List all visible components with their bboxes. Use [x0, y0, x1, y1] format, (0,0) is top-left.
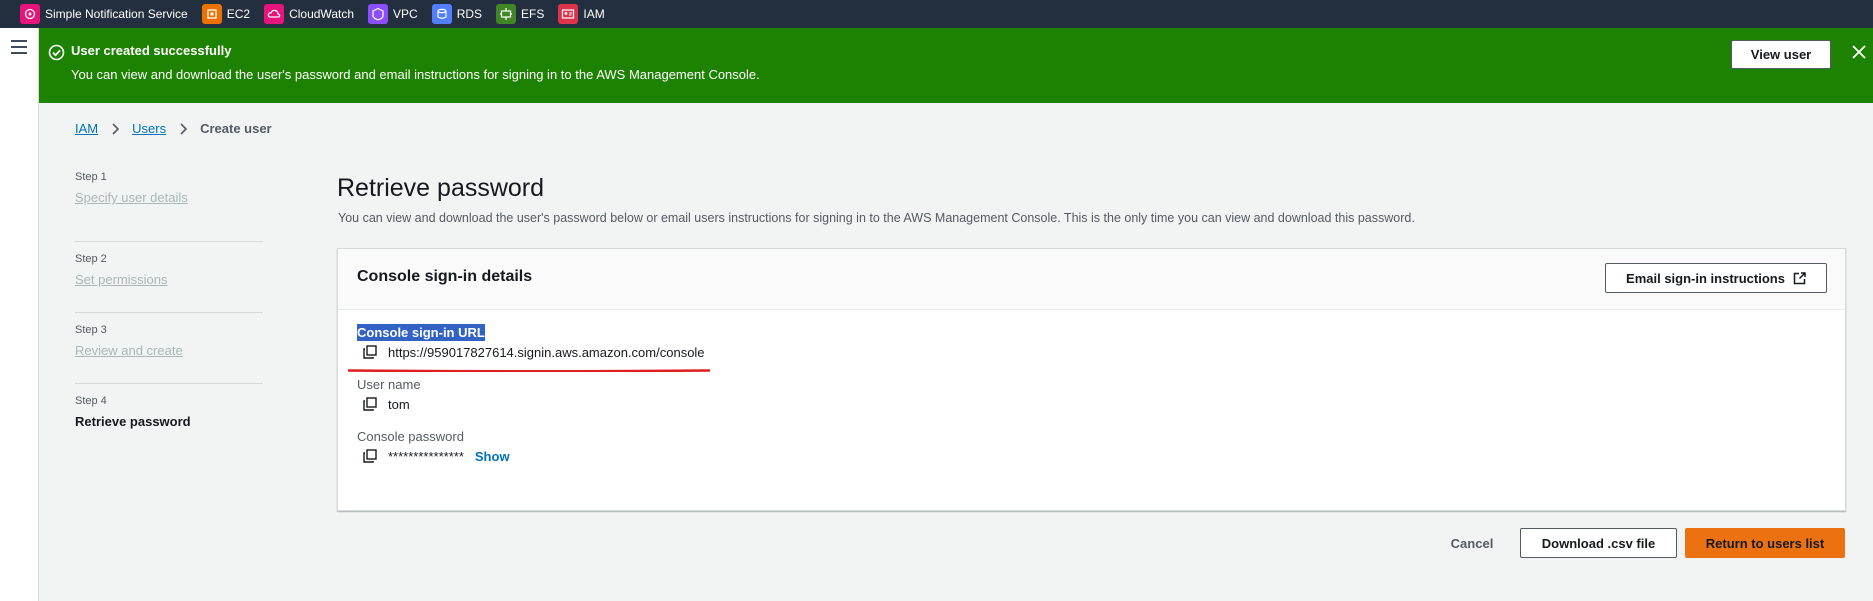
- step-number: Step 2: [75, 253, 107, 265]
- wizard-steps: Step 1 Specify user details Step 2 Set p…: [75, 171, 263, 455]
- step-link-set-permissions[interactable]: Set permissions: [75, 272, 263, 287]
- service-cloudwatch[interactable]: CloudWatch: [264, 4, 354, 24]
- console-sign-in-url-row: https://959017827614.signin.aws.amazon.c…: [357, 344, 705, 360]
- step-link-specify-user-details[interactable]: Specify user details: [75, 190, 263, 205]
- service-efs[interactable]: EFS: [496, 4, 544, 24]
- chevron-right-icon: [180, 122, 188, 135]
- menu-icon[interactable]: [11, 40, 27, 54]
- vpc-icon: [368, 4, 388, 24]
- button-label: Email sign-in instructions: [1626, 270, 1785, 286]
- external-link-icon: [1793, 271, 1806, 284]
- service-label: CloudWatch: [289, 7, 354, 21]
- console-sign-in-url-value[interactable]: https://959017827614.signin.aws.amazon.c…: [388, 345, 705, 360]
- service-label: Simple Notification Service: [45, 7, 188, 21]
- cancel-button[interactable]: Cancel: [1436, 528, 1508, 558]
- rds-icon: [431, 4, 452, 24]
- console-password-row: *************** Show: [357, 448, 510, 464]
- wizard-step-3: Step 3 Review and create: [75, 313, 263, 384]
- flash-message: You can view and download the user's pas…: [71, 67, 760, 82]
- annotation-underline: [348, 369, 710, 372]
- panel-header: Console sign-in details Email sign-in in…: [338, 249, 1845, 310]
- page-description: You can view and download the user's pas…: [338, 211, 1415, 225]
- username-label: User name: [357, 377, 421, 392]
- breadcrumb-iam[interactable]: IAM: [75, 121, 98, 136]
- service-label: RDS: [456, 7, 483, 21]
- show-password-link[interactable]: Show: [475, 449, 510, 464]
- console-sign-in-url-label: Console sign-in URL: [357, 324, 485, 341]
- ec2-icon: [201, 4, 222, 24]
- breadcrumb: IAM Users Create user: [75, 121, 272, 136]
- service-vpc[interactable]: VPC: [368, 4, 418, 24]
- step-number: Step 3: [75, 324, 107, 336]
- step-link-review-and-create[interactable]: Review and create: [75, 343, 263, 358]
- service-label: EC2: [226, 7, 251, 21]
- service-ec2[interactable]: EC2: [201, 4, 251, 24]
- view-user-button[interactable]: View user: [1731, 40, 1831, 69]
- service-label: IAM: [583, 7, 605, 21]
- console-password-label: Console password: [357, 429, 464, 444]
- breadcrumb-users[interactable]: Users: [132, 121, 166, 136]
- copy-icon[interactable]: [362, 396, 378, 412]
- copy-icon[interactable]: [362, 448, 378, 464]
- close-icon[interactable]: [1851, 44, 1867, 60]
- success-check-icon: [48, 44, 65, 61]
- panel-title: Console sign-in details: [357, 268, 533, 285]
- wizard-step-2: Step 2 Set permissions: [75, 242, 263, 313]
- step-number: Step 1: [75, 171, 107, 183]
- iam-icon: [558, 4, 579, 24]
- username-value: tom: [388, 396, 410, 412]
- success-flash-banner: User created successfully You can view a…: [39, 28, 1873, 103]
- download-csv-button[interactable]: Download .csv file: [1520, 528, 1677, 558]
- services-bar: Simple Notification Service EC2 CloudWat…: [0, 0, 1873, 28]
- copy-icon[interactable]: [362, 344, 378, 360]
- step-current-retrieve-password: Retrieve password: [75, 414, 191, 429]
- service-label: VPC: [393, 7, 418, 21]
- service-rds[interactable]: RDS: [431, 4, 483, 24]
- return-to-users-list-button[interactable]: Return to users list: [1685, 528, 1845, 558]
- wizard-step-1: Step 1 Specify user details: [75, 171, 263, 242]
- cloudwatch-icon: [264, 4, 285, 24]
- side-navigation-rail: [0, 28, 39, 601]
- console-sign-in-details-panel: Console sign-in details Email sign-in in…: [337, 248, 1846, 511]
- step-number: Step 4: [75, 395, 107, 407]
- service-label: EFS: [521, 7, 545, 21]
- console-password-value: ***************: [388, 448, 464, 464]
- sns-icon: [20, 4, 40, 24]
- wizard-step-4: Step 4 Retrieve password: [75, 384, 263, 455]
- flash-title: User created successfully: [71, 43, 232, 58]
- service-iam[interactable]: IAM: [558, 4, 605, 24]
- breadcrumb-current: Create user: [200, 121, 272, 136]
- chevron-right-icon: [112, 122, 120, 135]
- service-sns[interactable]: Simple Notification Service: [20, 4, 188, 24]
- email-sign-in-instructions-button[interactable]: Email sign-in instructions: [1605, 263, 1827, 293]
- page-title: Retrieve password: [337, 174, 545, 202]
- efs-icon: [496, 4, 517, 24]
- username-row: tom: [357, 396, 410, 412]
